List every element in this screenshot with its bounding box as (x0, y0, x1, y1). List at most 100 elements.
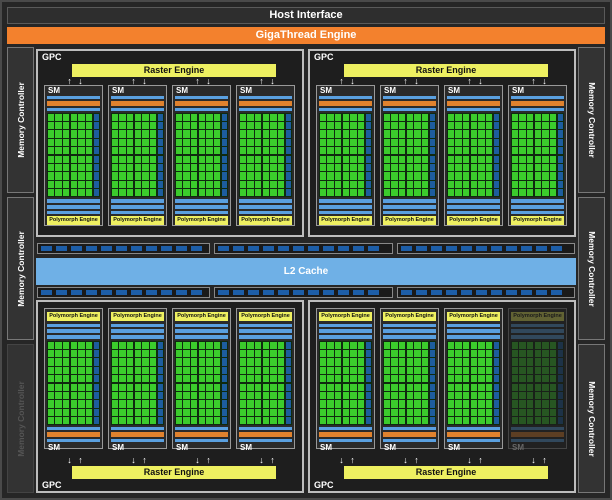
cuda-core (342, 383, 350, 391)
cuda-core (534, 189, 542, 197)
cuda-core (206, 391, 213, 400)
cuda-core (447, 408, 455, 417)
cuda-core (534, 113, 542, 121)
cuda-core-grid (319, 341, 372, 425)
cuda-core (462, 400, 470, 408)
dispatch-bar (447, 427, 500, 430)
cuda-core (519, 341, 526, 349)
cuda-core (55, 341, 62, 349)
texture-bar (447, 324, 500, 327)
sfu-unit (366, 113, 371, 121)
cuda-core (134, 180, 142, 189)
cuda-core (406, 147, 414, 155)
polymorph-engine: Polymorph Engine (47, 216, 100, 225)
cuda-core (478, 341, 485, 349)
sfu-unit (158, 349, 163, 358)
cache-bar (447, 329, 500, 333)
cuda-core (519, 180, 526, 189)
cuda-core (511, 366, 519, 375)
cuda-core (270, 383, 277, 391)
cuda-core (198, 130, 206, 138)
cuda-core (526, 366, 534, 375)
cuda-core (478, 375, 485, 383)
cuda-core (414, 130, 421, 138)
cuda-core (485, 358, 493, 366)
cuda-core (142, 172, 149, 180)
sfu-unit (222, 113, 227, 121)
cuda-core (542, 180, 549, 189)
cuda-core (534, 172, 542, 180)
sfu-unit (430, 113, 435, 121)
sm-label: SM (384, 443, 396, 452)
cuda-core (254, 391, 262, 400)
cuda-core (134, 130, 142, 138)
cuda-core (383, 383, 391, 391)
sfu-unit (430, 341, 435, 349)
cuda-core (455, 341, 462, 349)
cuda-core (119, 147, 126, 155)
cuda-core (549, 147, 557, 155)
cuda-core (126, 138, 134, 147)
cuda-core (383, 400, 391, 408)
dispatch-bar (383, 108, 436, 111)
cuda-core (447, 417, 455, 425)
cuda-core (247, 138, 254, 147)
cuda-core (342, 408, 350, 417)
cuda-core (357, 121, 365, 130)
sm-label: SM (112, 443, 124, 452)
cuda-core (85, 130, 93, 138)
sfu-unit (158, 189, 163, 197)
cuda-core (247, 417, 254, 425)
cuda-core (542, 121, 549, 130)
cuda-core (62, 366, 70, 375)
cuda-core (149, 113, 157, 121)
cuda-core (447, 163, 455, 172)
cuda-core (526, 163, 534, 172)
cache-bar (175, 329, 228, 333)
streaming-multiprocessor: Polymorph Engine SM (44, 308, 103, 452)
bus-segment (248, 290, 259, 295)
load-store-bar (447, 335, 500, 339)
sfu-unit (558, 408, 563, 417)
cuda-core (213, 408, 221, 417)
cuda-core (334, 138, 342, 147)
cuda-core (342, 375, 350, 383)
cuda-core (126, 383, 134, 391)
cuda-core (213, 130, 221, 138)
cuda-core-grid (175, 341, 228, 425)
load-store-bar (111, 335, 164, 339)
cuda-core (526, 172, 534, 180)
cuda-core (327, 341, 334, 349)
cuda-core (111, 130, 119, 138)
cuda-core (262, 163, 270, 172)
cuda-core (85, 341, 93, 349)
cuda-core (206, 366, 213, 375)
sfu-unit (430, 172, 435, 180)
cuda-core (70, 408, 78, 417)
cuda-core (270, 375, 277, 383)
cuda-core (485, 375, 493, 383)
cuda-core (190, 155, 198, 163)
cuda-core (526, 349, 534, 358)
cuda-core (447, 391, 455, 400)
cuda-core (254, 147, 262, 155)
cuda-core (190, 408, 198, 417)
cuda-core (485, 349, 493, 358)
sfu-unit (94, 358, 99, 366)
streaming-multiprocessor: SM Polymorph Engine (316, 85, 375, 226)
bus-segment (446, 290, 457, 295)
cuda-core (239, 408, 247, 417)
streaming-multiprocessor: SM Polymorph Engine (44, 85, 103, 226)
cuda-core (406, 113, 414, 121)
cuda-core (213, 375, 221, 383)
cuda-core (342, 113, 350, 121)
cuda-core (270, 121, 277, 130)
cuda-core (334, 180, 342, 189)
cuda-core (247, 130, 254, 138)
streaming-multiprocessor: SM Polymorph Engine (108, 85, 167, 226)
cuda-core (126, 417, 134, 425)
cuda-core (70, 391, 78, 400)
cuda-core (406, 163, 414, 172)
cuda-core (319, 417, 327, 425)
bus-segment (278, 246, 289, 251)
